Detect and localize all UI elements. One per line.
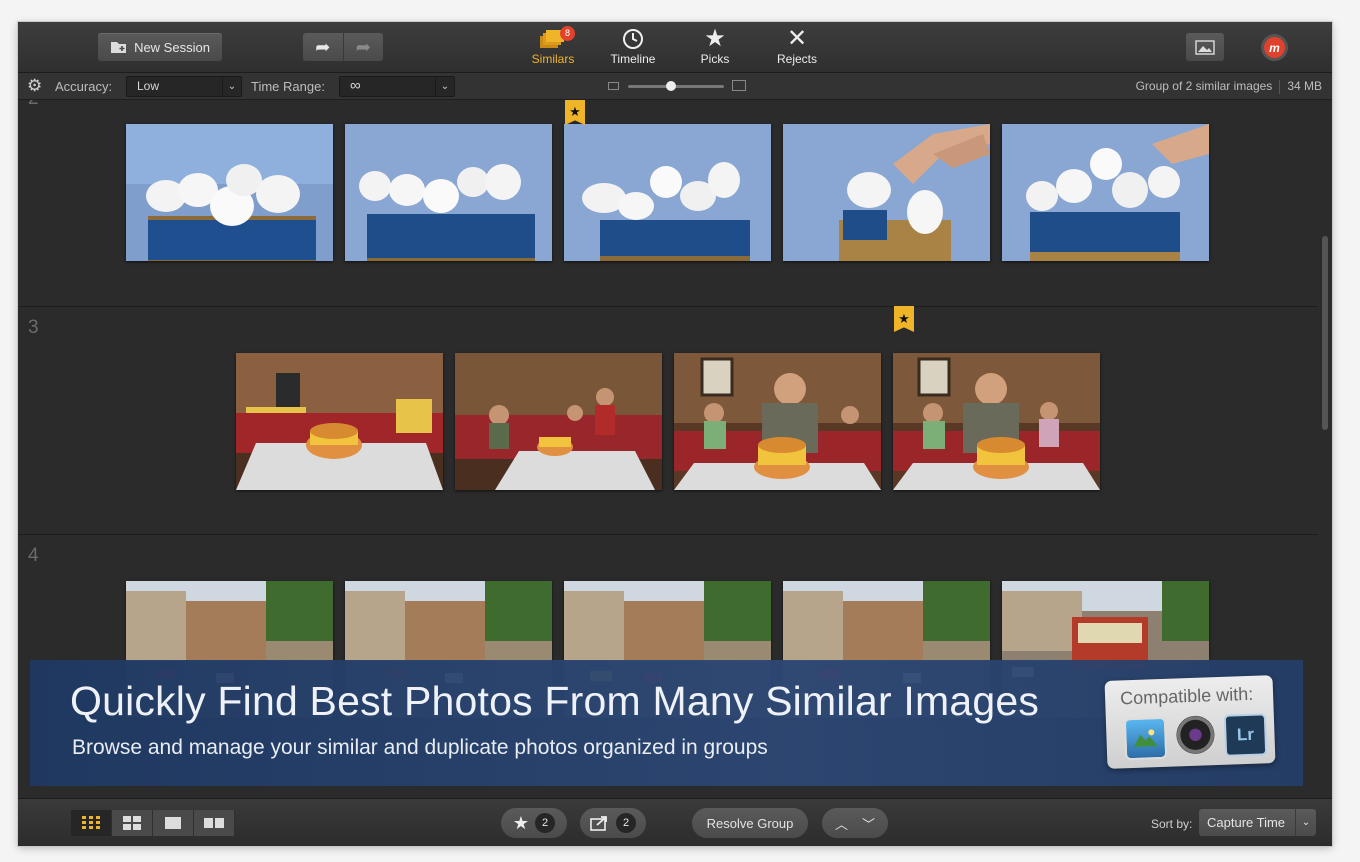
thumbnail-size-slider[interactable] [608, 79, 748, 93]
scrollbar-thumb[interactable] [1322, 236, 1328, 430]
photo-thumbnail[interactable] [674, 353, 881, 490]
filter-bar: ⚙ Accuracy: Low ⌄ Time Range: ∞ ⌄ Group … [18, 73, 1332, 100]
image-preview-icon [1195, 39, 1215, 55]
account-button[interactable]: m [1261, 34, 1288, 61]
compare-view-icon[interactable] [194, 810, 235, 836]
chevron-down-icon: ⌄ [222, 77, 241, 96]
undo-icon[interactable]: ➦ [303, 33, 344, 61]
redo-icon[interactable]: ➦ [344, 33, 384, 61]
tab-rejects[interactable]: ✕ Rejects [762, 25, 832, 67]
slider-knob[interactable] [666, 81, 677, 91]
star-icon: ★ [512, 812, 530, 833]
undo-redo-group: ➦ ➦ [303, 33, 383, 61]
photo-group: 2 ★ [18, 100, 1318, 307]
sort-label: Sort by: [1151, 817, 1193, 831]
time-range-value: ∞ [350, 77, 361, 94]
group-number: 4 [28, 545, 39, 566]
star-icon: ★ [704, 25, 726, 52]
photo-thumbnail[interactable] [236, 353, 443, 490]
similars-stack-icon: 8 [518, 26, 588, 52]
banner-headline: Quickly Find Best Photos From Many Simil… [70, 678, 1040, 724]
lightroom-text: Lr [1236, 724, 1255, 745]
group-info-text: Group of 2 similar images [1135, 79, 1273, 93]
group-number: 2 [28, 100, 39, 110]
bottom-bar: ★ 2 2 Resolve Group ︿ ﹀ Sort by: Capture… [18, 798, 1332, 846]
vertical-scrollbar[interactable] [1321, 100, 1329, 798]
accuracy-label: Accuracy: [55, 79, 113, 94]
tab-rejects-label: Rejects [776, 52, 817, 66]
grid-view-icon[interactable] [71, 810, 112, 836]
picks-count-button[interactable]: ★ 2 [501, 808, 567, 838]
accuracy-select[interactable]: Low ⌄ [126, 76, 242, 97]
clock-icon [598, 26, 668, 52]
sort-select[interactable]: Capture Time ⌄ [1199, 809, 1316, 836]
app-window: New Session ➦ ➦ 8 Similars Timeline ★ Pi… [18, 22, 1332, 846]
share-icon [590, 816, 607, 831]
photo-thumbnail[interactable] [893, 353, 1100, 490]
view-mode-group [71, 810, 235, 836]
picks-count: 2 [535, 813, 556, 833]
chevron-down-icon[interactable]: ﹀ [862, 814, 875, 833]
large-thumbnail-icon [732, 80, 746, 91]
tab-timeline-label: Timeline [610, 52, 656, 66]
photo-thumbnail[interactable] [783, 124, 990, 261]
group-size: 34 MB [1287, 79, 1322, 93]
photo-thumbnail[interactable] [1002, 124, 1209, 261]
pick-star-icon[interactable]: ★ [894, 306, 914, 332]
new-session-button[interactable]: New Session [98, 33, 222, 61]
folder-plus-icon [111, 42, 127, 53]
accuracy-value: Low [137, 79, 160, 93]
tab-similars[interactable]: 8 Similars [518, 26, 588, 66]
chevron-up-icon[interactable]: ︿ [835, 814, 848, 833]
tab-picks-label: Picks [700, 52, 730, 66]
photo-thumbnail[interactable] [455, 353, 662, 490]
medium-grid-view-icon[interactable] [112, 810, 153, 836]
preview-button[interactable] [1186, 33, 1224, 61]
pick-star-icon[interactable]: ★ [565, 100, 585, 125]
promo-banner: Quickly Find Best Photos From Many Simil… [30, 660, 1303, 786]
chevron-down-icon: ⌄ [1295, 809, 1316, 836]
sort-value: Capture Time [1207, 815, 1286, 830]
group-nav-buttons: ︿ ﹀ [822, 808, 888, 838]
group-info: Group of 2 similar images 34 MB [1136, 79, 1322, 94]
resolve-group-label: Resolve Group [706, 815, 794, 831]
export-count: 2 [616, 813, 636, 833]
tab-timeline[interactable]: Timeline [598, 26, 668, 66]
photo-thumbnail[interactable] [126, 124, 333, 261]
similars-count-badge: 8 [560, 26, 575, 41]
compatible-apps: Lr [1123, 713, 1268, 761]
single-view-icon[interactable] [153, 810, 194, 836]
compatible-label: Compatible with: [1119, 683, 1254, 709]
x-icon: ✕ [786, 25, 808, 52]
compatible-with-card: Compatible with: Lr [1104, 675, 1276, 769]
photo-thumbnail[interactable] [564, 124, 771, 261]
time-range-label: Time Range: [251, 79, 325, 94]
banner-subtitle: Browse and manage your similar and dupli… [72, 736, 768, 759]
export-button[interactable]: 2 [580, 808, 646, 838]
group-number: 3 [28, 317, 39, 338]
chevron-down-icon: ⌄ [435, 77, 454, 96]
new-session-label: New Session [134, 39, 210, 55]
small-thumbnail-icon [608, 82, 619, 90]
tab-similars-label: Similars [531, 52, 575, 66]
lightroom-icon: Lr [1223, 713, 1268, 757]
photos-icon [1123, 716, 1168, 761]
aperture-icon [1175, 715, 1216, 755]
divider [1279, 79, 1281, 94]
photo-thumbnail[interactable] [345, 124, 552, 261]
photo-group: 3 ★ [18, 306, 1318, 535]
gear-icon[interactable]: ⚙ [27, 76, 42, 96]
time-range-select[interactable]: ∞ ⌄ [339, 76, 455, 97]
resolve-group-button[interactable]: Resolve Group [692, 808, 808, 838]
tab-picks[interactable]: ★ Picks [680, 25, 750, 67]
brand-logo-icon: m [1264, 37, 1285, 58]
main-toolbar: New Session ➦ ➦ 8 Similars Timeline ★ Pi… [18, 22, 1332, 73]
